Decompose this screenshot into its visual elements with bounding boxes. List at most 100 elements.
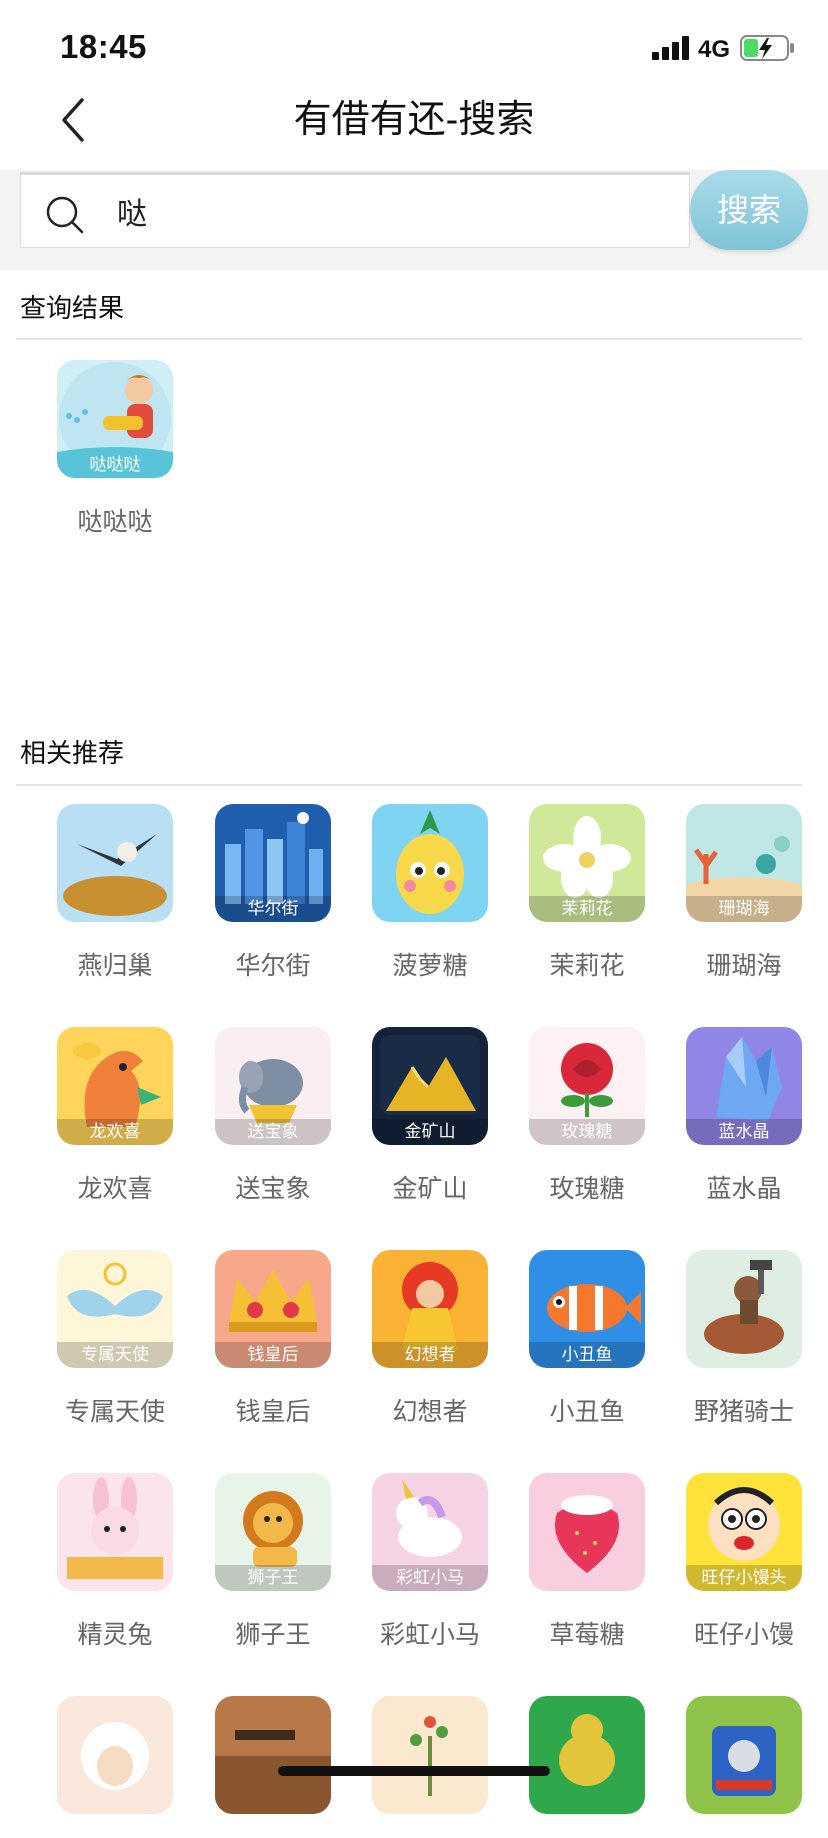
- app-label: 燕归巢: [77, 952, 153, 980]
- app-label: 狮子王: [235, 1621, 311, 1649]
- recommend-app-item[interactable]: 珊瑚海 珊瑚海: [665, 804, 823, 982]
- recommend-app-item[interactable]: 彩虹小马 彩虹小马: [351, 1473, 509, 1651]
- app-label: 华尔街: [235, 952, 311, 980]
- icon-caption: 蓝水晶: [686, 1119, 802, 1145]
- app-label: 金矿山: [392, 1175, 468, 1203]
- app-label: 专属天使: [64, 1398, 165, 1426]
- search-bar: 搜索: [0, 170, 828, 270]
- recommend-app-item[interactable]: 野猪骑士: [665, 1250, 823, 1428]
- app-label: 幻想者: [392, 1398, 468, 1426]
- results-section-title: 查询结果: [20, 293, 125, 323]
- app-label: 龙欢喜: [77, 1175, 153, 1203]
- battery-charging-icon: [740, 35, 794, 61]
- icon-caption: 玫瑰糖: [529, 1119, 645, 1145]
- swallow-nest-icon: [57, 804, 173, 922]
- recommend-app-item[interactable]: 蓝水晶 蓝水晶: [665, 1027, 823, 1205]
- signal-strength-icon: [652, 36, 689, 60]
- water-gun-boy-icon: 哒哒哒: [57, 360, 173, 478]
- wangzai-icon: 旺仔小馒头: [686, 1473, 802, 1591]
- recommend-app-item[interactable]: 幻想者 幻想者: [351, 1250, 509, 1428]
- angel-wings-icon: 专属天使: [57, 1250, 173, 1368]
- app-label: 哒哒哒: [77, 508, 153, 536]
- result-app-dadada[interactable]: 哒哒哒 哒哒哒: [36, 360, 194, 538]
- fantasy-girl-icon: 幻想者: [372, 1250, 488, 1368]
- search-button[interactable]: 搜索: [690, 170, 808, 250]
- recommend-section-title: 相关推荐: [20, 738, 125, 768]
- results-divider: [16, 338, 802, 340]
- app-label: 草莓糖: [549, 1621, 625, 1649]
- search-icon: [46, 196, 84, 234]
- icon-caption: 旺仔小馒头: [686, 1565, 802, 1591]
- app-label: 茉莉花: [549, 952, 625, 980]
- recommend-app-item[interactable]: 专属天使 专属天使: [36, 1250, 194, 1428]
- recommend-app-item[interactable]: 茉莉花 茉莉花: [508, 804, 666, 982]
- jasmine-icon: 茉莉花: [529, 804, 645, 922]
- app-label: 珊瑚海: [706, 952, 782, 980]
- recommend-app-item[interactable]: 燕归巢: [36, 804, 194, 982]
- recommend-app-item[interactable]: 龙欢喜 龙欢喜: [36, 1027, 194, 1205]
- icon-caption: 送宝象: [215, 1119, 331, 1145]
- page-title: 有借有还-搜索: [293, 99, 535, 141]
- sheep-icon: [57, 1696, 173, 1814]
- app-label: 旺仔小馒: [693, 1621, 794, 1649]
- icon-caption: 钱皇后: [215, 1342, 331, 1368]
- dinosaur-icon: [529, 1696, 645, 1814]
- plant-icon: [372, 1696, 488, 1814]
- icon-caption: 华尔街: [215, 896, 331, 922]
- app-label: 小丑鱼: [549, 1398, 625, 1426]
- recommend-app-item[interactable]: 钱皇后 钱皇后: [194, 1250, 352, 1428]
- rose-icon: 玫瑰糖: [529, 1027, 645, 1145]
- crown-icon: 钱皇后: [215, 1250, 331, 1368]
- icon-caption: 专属天使: [57, 1342, 173, 1368]
- nav-bar: 有借有还-搜索: [0, 70, 828, 170]
- recommend-app-item[interactable]: 送宝象 送宝象: [194, 1027, 352, 1205]
- lion-icon: 狮子王: [215, 1473, 331, 1591]
- recommend-app-item[interactable]: 精灵兔: [36, 1473, 194, 1651]
- icon-caption: 金矿山: [372, 1119, 488, 1145]
- strawberry-icon: [529, 1473, 645, 1591]
- recommend-app-item[interactable]: 菠萝糖: [351, 804, 509, 982]
- recommend-app-item[interactable]: 玫瑰糖 玫瑰糖: [508, 1027, 666, 1205]
- recommend-app-item[interactable]: [36, 1696, 194, 1838]
- train-icon: [686, 1696, 802, 1814]
- gold-mountain-icon: 金矿山: [372, 1027, 488, 1145]
- recommend-app-item[interactable]: 草莓糖: [508, 1473, 666, 1651]
- dragon-icon: 龙欢喜: [57, 1027, 173, 1145]
- search-box[interactable]: [20, 172, 690, 248]
- recommend-app-item[interactable]: 狮子王 狮子王: [194, 1473, 352, 1651]
- clownfish-icon: 小丑鱼: [529, 1250, 645, 1368]
- unicorn-icon: 彩虹小马: [372, 1473, 488, 1591]
- app-label: 蓝水晶: [706, 1175, 782, 1203]
- app-label: 野猪骑士: [693, 1398, 794, 1426]
- status-time: 18:45: [60, 28, 147, 65]
- pineapple-icon: [372, 804, 488, 922]
- home-indicator[interactable]: [278, 1766, 550, 1776]
- app-label: 菠萝糖: [392, 952, 468, 980]
- app-label: 彩虹小马: [379, 1621, 480, 1649]
- recommend-app-item[interactable]: [665, 1696, 823, 1838]
- icon-caption: 茉莉花: [529, 896, 645, 922]
- recommend-divider: [16, 784, 802, 786]
- icon-caption: 彩虹小马: [372, 1565, 488, 1591]
- icon-caption: 龙欢喜: [57, 1119, 173, 1145]
- icon-caption: 小丑鱼: [529, 1342, 645, 1368]
- recommend-app-item[interactable]: 华尔街 华尔街: [194, 804, 352, 982]
- network-type: 4G: [698, 36, 731, 63]
- app-label: 送宝象: [235, 1175, 311, 1203]
- coral-sea-icon: 珊瑚海: [686, 804, 802, 922]
- search-input[interactable]: [117, 185, 657, 237]
- city-skyline-icon: 华尔街: [215, 804, 331, 922]
- soldier-icon: [215, 1696, 331, 1814]
- recommend-app-item[interactable]: 小丑鱼 小丑鱼: [508, 1250, 666, 1428]
- icon-caption: 哒哒哒: [89, 455, 141, 474]
- elephant-icon: 送宝象: [215, 1027, 331, 1145]
- bunny-icon: [57, 1473, 173, 1591]
- icon-caption: 幻想者: [372, 1342, 488, 1368]
- blue-crystal-icon: 蓝水晶: [686, 1027, 802, 1145]
- boar-rider-icon: [686, 1250, 802, 1368]
- recommend-app-item[interactable]: 旺仔小馒头 旺仔小馒: [665, 1473, 823, 1651]
- recommend-app-item[interactable]: 金矿山 金矿山: [351, 1027, 509, 1205]
- icon-caption: 狮子王: [215, 1565, 331, 1591]
- app-label: 玫瑰糖: [549, 1175, 625, 1203]
- app-label: 精灵兔: [77, 1621, 153, 1649]
